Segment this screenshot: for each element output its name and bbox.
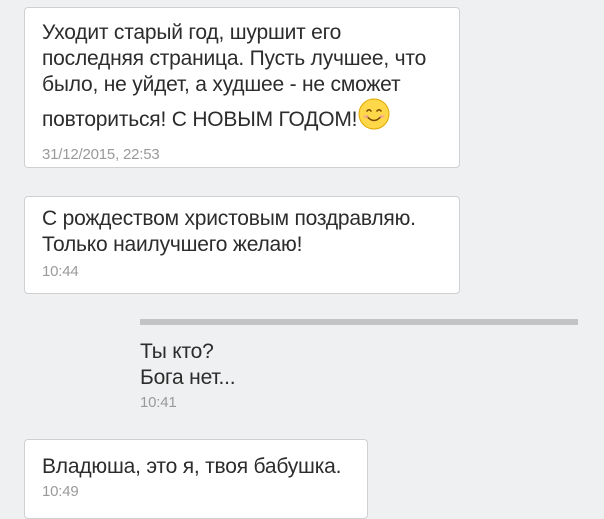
message-text: Уходит старый год, шуршит его последняя …	[42, 20, 447, 133]
message-line: Только наилучшего желаю!	[42, 233, 303, 256]
incoming-message-grandma[interactable]: Владюша, это я, твоя бабушка. 10:49	[24, 439, 368, 519]
message-line: Ты кто?	[140, 340, 214, 363]
message-line: С рождеством христовым поздравляю.	[42, 207, 416, 230]
incoming-message-christmas[interactable]: С рождеством христовым поздравляю. Тольк…	[24, 196, 460, 294]
message-line: Бога нет...	[140, 366, 236, 389]
message-text: С рождеством христовым поздравляю. Тольк…	[42, 206, 447, 258]
message-text: Ты кто? Бога нет...	[140, 339, 560, 391]
message-divider	[140, 319, 578, 325]
message-timestamp: 10:41	[140, 394, 177, 411]
message-timestamp: 10:44	[42, 263, 79, 280]
smiling-face-icon	[358, 98, 390, 130]
outgoing-message[interactable]: Ты кто? Бога нет... 10:41	[140, 319, 578, 419]
message-timestamp: 10:49	[42, 483, 79, 500]
message-text: Владюша, это я, твоя бабушка.	[42, 455, 342, 478]
message-timestamp: 31/12/2015, 22:53	[42, 146, 160, 163]
incoming-message-new-year[interactable]: Уходит старый год, шуршит его последняя …	[24, 7, 460, 168]
